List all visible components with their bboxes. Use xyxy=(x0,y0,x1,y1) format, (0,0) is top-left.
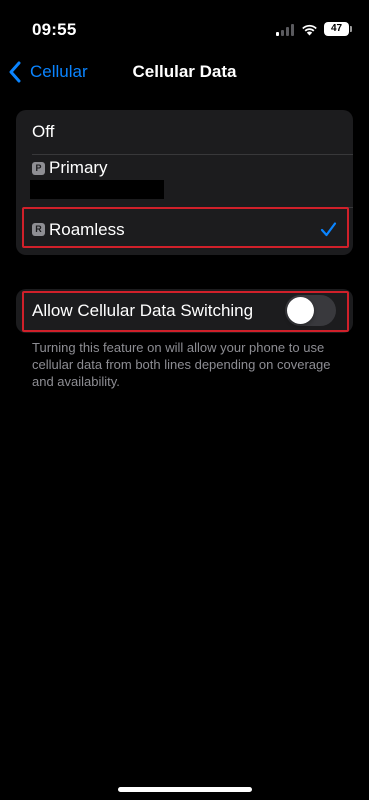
option-roamless-label: Roamless xyxy=(49,220,125,239)
option-off-label: Off xyxy=(32,122,55,141)
cellular-signal-icon xyxy=(276,24,294,36)
sim-badge-roamless-icon: R xyxy=(32,223,45,236)
checkmark-icon xyxy=(320,222,337,237)
redacted-phone-number xyxy=(30,180,164,199)
data-switching-group: Allow Cellular Data Switching xyxy=(16,289,353,333)
option-primary-label: Primary xyxy=(49,158,108,177)
data-switching-label: Allow Cellular Data Switching xyxy=(32,301,254,320)
home-indicator[interactable] xyxy=(118,787,252,792)
status-bar: 09:55 47 xyxy=(0,0,369,56)
cellular-data-line-group: Off P Primary R Roamless xyxy=(16,110,353,255)
wifi-icon xyxy=(302,24,317,36)
data-switching-toggle[interactable] xyxy=(285,295,336,326)
data-switching-footnote: Turning this feature on will allow your … xyxy=(32,340,331,389)
navigation-bar: Cellular Cellular Data xyxy=(0,56,369,88)
toggle-knob xyxy=(287,297,314,324)
option-primary[interactable]: P Primary xyxy=(16,155,353,207)
option-off[interactable]: Off xyxy=(16,110,353,154)
option-roamless[interactable]: R Roamless xyxy=(16,208,353,252)
screen: 09:55 47 Cellular Cellular Data Off P Pr… xyxy=(0,0,369,800)
battery-icon: 47 xyxy=(324,22,352,36)
page-title: Cellular Data xyxy=(132,62,237,81)
sim-badge-primary-icon: P xyxy=(32,162,45,175)
status-time: 09:55 xyxy=(32,20,77,39)
